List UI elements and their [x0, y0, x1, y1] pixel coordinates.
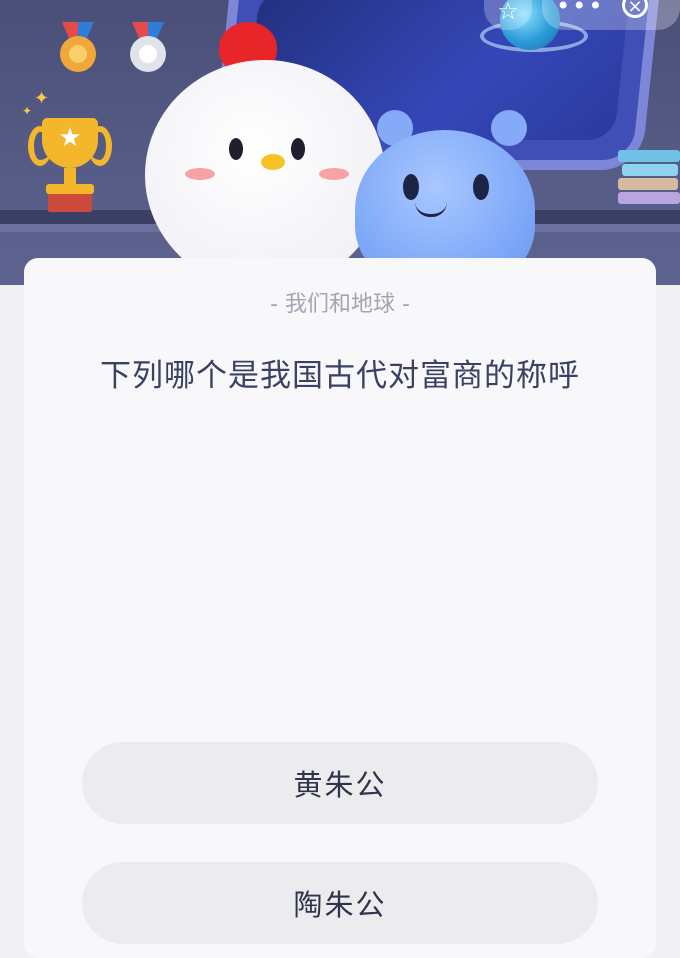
chick-eye [291, 138, 305, 160]
book [618, 192, 680, 204]
more-icon[interactable]: ••• [556, 0, 604, 18]
book [618, 178, 678, 190]
books-icon [618, 150, 680, 210]
alien-antenna [491, 110, 527, 146]
sparkle-icon: ✦ [34, 88, 50, 109]
chick-eye [229, 138, 243, 160]
quiz-card: - 我们和地球 - 下列哪个是我国古代对富商的称呼 黄朱公 陶朱公 [24, 258, 656, 958]
alien-eye [403, 174, 419, 200]
quiz-category: - 我们和地球 - [270, 292, 410, 317]
chick-beak [261, 154, 285, 170]
trophy-icon: ★ [28, 112, 112, 212]
alien-eye [473, 174, 489, 200]
book [622, 164, 678, 176]
header-banner: ✦ ✦ ★ ☆ ••• × [0, 0, 680, 285]
star-outline-icon[interactable]: ☆ [484, 0, 532, 30]
chick-cheek [185, 168, 215, 180]
book [618, 150, 680, 162]
answer-option-1[interactable]: 黄朱公 [82, 742, 598, 824]
quiz-question: 下列哪个是我国古代对富商的称呼 [100, 358, 580, 394]
close-icon[interactable]: × [622, 0, 648, 18]
chick-cheek [319, 168, 349, 180]
capsule-menu: ••• × [542, 0, 680, 30]
answer-option-2[interactable]: 陶朱公 [82, 862, 598, 944]
capsule-controls: ☆ ••• × [484, 0, 680, 30]
bronze-medal-icon [56, 22, 100, 82]
chick-body [145, 60, 385, 285]
